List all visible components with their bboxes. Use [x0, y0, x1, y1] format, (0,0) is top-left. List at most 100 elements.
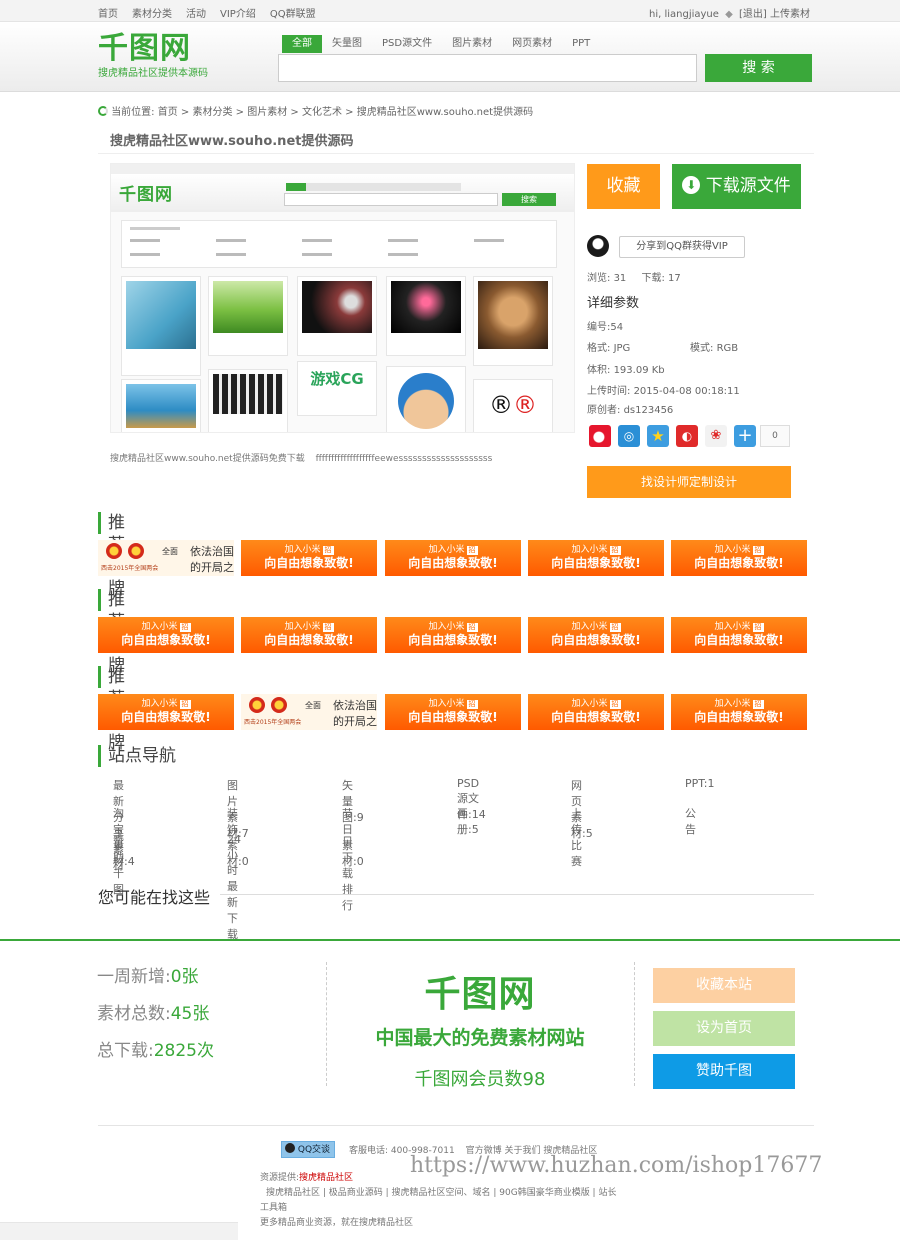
tab-web[interactable]: 网页素材: [502, 35, 562, 53]
top-nav-qq-group[interactable]: QQ群联盟: [270, 9, 316, 20]
brand-banner-xiaomi[interactable]: 加入小米招向自由想象致敬!: [671, 540, 807, 576]
favorite-button[interactable]: 收藏: [587, 164, 660, 209]
site-nav-link[interactable]: 24小时最新下载: [227, 833, 241, 942]
mini-topbar: [111, 164, 574, 174]
top-nav-categories[interactable]: 素材分类: [132, 9, 172, 20]
brand-line2: 向自由想象致敬!: [121, 633, 211, 647]
views-label: 浏览:: [587, 273, 611, 284]
logout-link[interactable]: [退出]: [739, 9, 767, 20]
brand-line1: 加入小米: [571, 622, 608, 632]
site-nav-link[interactable]: 公告: [685, 805, 696, 837]
brand-banner-xiaomi[interactable]: 加入小米招向自由想象致敬!: [528, 694, 664, 730]
location-icon: [98, 106, 108, 116]
brand-banner-xiaomi[interactable]: 加入小米招向自由想象致敬!: [528, 617, 664, 653]
brand-banner-xiaomi[interactable]: 加入小米招向自由想象致敬!: [671, 617, 807, 653]
site-nav-link[interactable]: 画册:5: [457, 805, 479, 837]
brand-banner-xiaomi[interactable]: 加入小米招向自由想象致敬!: [98, 617, 234, 653]
footer-divider-right: [634, 962, 635, 1086]
breadcrumb-home[interactable]: 首页: [158, 107, 178, 118]
top-bar: 首页 素材分类 活动 VIP介绍 QQ群联盟 hi, liangjiayue ◆ [退出…: [0, 0, 900, 22]
qzone-share-icon[interactable]: ◎: [618, 425, 640, 447]
brand-banner-xiaomi[interactable]: 加入小米招向自由想象致敬!: [241, 540, 377, 576]
mini-thumb-landscape: [208, 276, 288, 356]
tencent-weibo-icon[interactable]: ◐: [676, 425, 698, 447]
designer-button[interactable]: 找设计师定制设计: [587, 466, 791, 498]
site-logo[interactable]: 千图网 搜虎精品社区提供本源码: [98, 32, 208, 80]
brand-banner-rule-of-law[interactable]: 全面 依法治国 的开局之 西击2015年全国两会: [241, 694, 377, 730]
breadcrumb-sep: >: [342, 107, 357, 118]
brand-banner-xiaomi[interactable]: 加入小米招向自由想象致敬!: [98, 694, 234, 730]
footer-links-line[interactable]: 搜虎精品社区 | 极品商业源码 | 搜虎精品社区空间、域名 | 90G韩国豪华商…: [266, 1185, 616, 1198]
breadcrumb-images[interactable]: 图片素材: [247, 107, 287, 118]
download-button[interactable]: ⬇ 下载源文件: [672, 164, 801, 209]
site-nav-link[interactable]: PPT:1: [685, 777, 714, 790]
detail-mode: 模式: RGB: [690, 339, 738, 354]
mode-value: RGB: [716, 343, 739, 354]
brand-badge: 招: [466, 700, 478, 709]
detail-id: 编号:54: [587, 318, 623, 333]
preview-image[interactable]: 千图网 搜索 游戏CG ®®: [110, 163, 575, 433]
tab-all[interactable]: 全部: [282, 35, 322, 53]
downloads-count: 17: [668, 273, 681, 284]
qq-chat-button[interactable]: QQ交谈: [281, 1141, 335, 1158]
upload-link[interactable]: 上传素材: [770, 9, 810, 20]
breadcrumb-culture[interactable]: 文化艺术: [302, 107, 342, 118]
detail-size: 体积: 193.09 Kb: [587, 361, 665, 376]
sponsor-button[interactable]: 赞助千图: [653, 1054, 795, 1089]
brand-gov-line1: 全面: [162, 547, 178, 556]
brand-badge: 招: [609, 546, 621, 555]
brand-line2: 向自由想象致敬!: [121, 710, 211, 724]
footer-members: 千图网会员数98: [414, 1069, 546, 1090]
views-stat: 浏览: 31 下载: 17: [587, 269, 681, 284]
detail-upload-time: 上传时间: 2015-04-08 00:18:11: [587, 382, 740, 397]
site-nav-link[interactable]: 上传比赛: [571, 805, 582, 869]
footer-tagline: 中国最大的免费素材网站: [375, 1027, 585, 1049]
brand-line2: 向自由想象致敬!: [694, 633, 784, 647]
brand-line1: 加入小米: [571, 699, 608, 709]
top-nav-home[interactable]: 首页: [98, 9, 118, 20]
brand-banner-xiaomi[interactable]: 加入小米招向自由想象致敬!: [385, 694, 521, 730]
brand-line1: 加入小米: [141, 699, 178, 709]
brand-banner-xiaomi[interactable]: 加入小米招向自由想象致敬!: [528, 540, 664, 576]
brand-line1: 加入小米: [141, 622, 178, 632]
brand-line1: 加入小米: [428, 622, 465, 632]
provider-link[interactable]: 搜虎精品社区: [299, 1173, 353, 1183]
footer-toolbox[interactable]: 工具箱: [260, 1200, 287, 1213]
brand-banner-xiaomi[interactable]: 加入小米招向自由想象致敬!: [671, 694, 807, 730]
brand-banner-xiaomi[interactable]: 加入小米招向自由想象致敬!: [385, 540, 521, 576]
footer-bottom-line: [98, 1125, 814, 1126]
brand-line2: 向自由想象致敬!: [551, 556, 641, 570]
set-homepage-button[interactable]: 设为首页: [653, 1011, 795, 1046]
id-value: 54: [610, 322, 624, 333]
brand-gov-line3: 的开局之: [333, 715, 377, 728]
renren-share-icon[interactable]: ❀: [705, 425, 727, 447]
title-divider: [98, 153, 814, 154]
share-count: 0: [760, 425, 790, 447]
brand-gov-line3: 的开局之: [190, 561, 234, 574]
downloads-stat: 总下载:2825次: [97, 1036, 214, 1061]
brand-banner-xiaomi[interactable]: 加入小米招向自由想象致敬!: [385, 617, 521, 653]
brand-section-title: 推荐品牌: [98, 589, 125, 676]
breadcrumb-categories[interactable]: 素材分类: [193, 107, 233, 118]
brand-banner-xiaomi[interactable]: 加入小米招向自由想象致敬!: [241, 617, 377, 653]
top-nav-vip[interactable]: VIP介绍: [220, 9, 256, 20]
bookmark-site-button[interactable]: 收藏本站: [653, 968, 795, 1003]
emblem-icon: [128, 543, 144, 559]
search-input[interactable]: [278, 54, 697, 82]
tab-vector[interactable]: 矢量图: [322, 35, 372, 53]
weibo-share-icon[interactable]: [589, 425, 611, 447]
more-share-icon[interactable]: +: [734, 425, 756, 447]
search-button[interactable]: 搜 索: [705, 54, 812, 82]
footer-divider-left: [326, 962, 327, 1086]
tab-images[interactable]: 图片素材: [442, 35, 502, 53]
tab-ppt[interactable]: PPT: [562, 35, 600, 53]
brand-banner-rule-of-law[interactable]: 全面 依法治国 的开局之 西击2015年全国两会: [98, 540, 234, 576]
brand-line2: 向自由想象致敬!: [551, 710, 641, 724]
qq-space-star-icon[interactable]: ★: [647, 425, 669, 447]
tab-psd[interactable]: PSD源文件: [372, 35, 442, 53]
share-vip-button[interactable]: 分享到QQ群获得VIP: [619, 236, 745, 258]
breadcrumb-sep: >: [287, 107, 302, 118]
top-nav-events[interactable]: 活动: [186, 9, 206, 20]
brand-section-title: 推荐品牌: [98, 512, 125, 599]
site-nav-link[interactable]: 日下载排行: [342, 833, 353, 913]
